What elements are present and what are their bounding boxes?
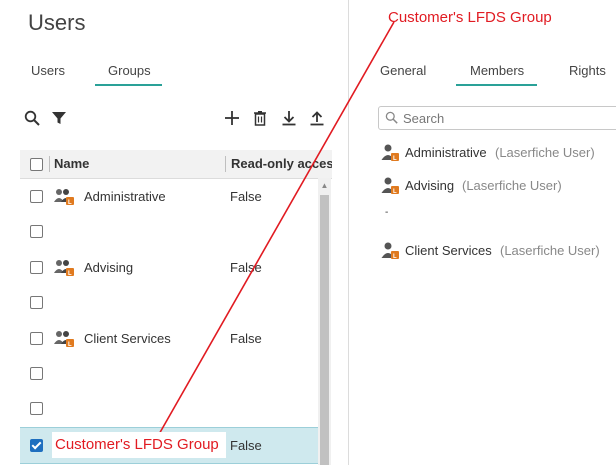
annotation-arrow — [157, 21, 395, 437]
annotation-label-bottom: Customer's LFDS Group — [55, 436, 219, 453]
